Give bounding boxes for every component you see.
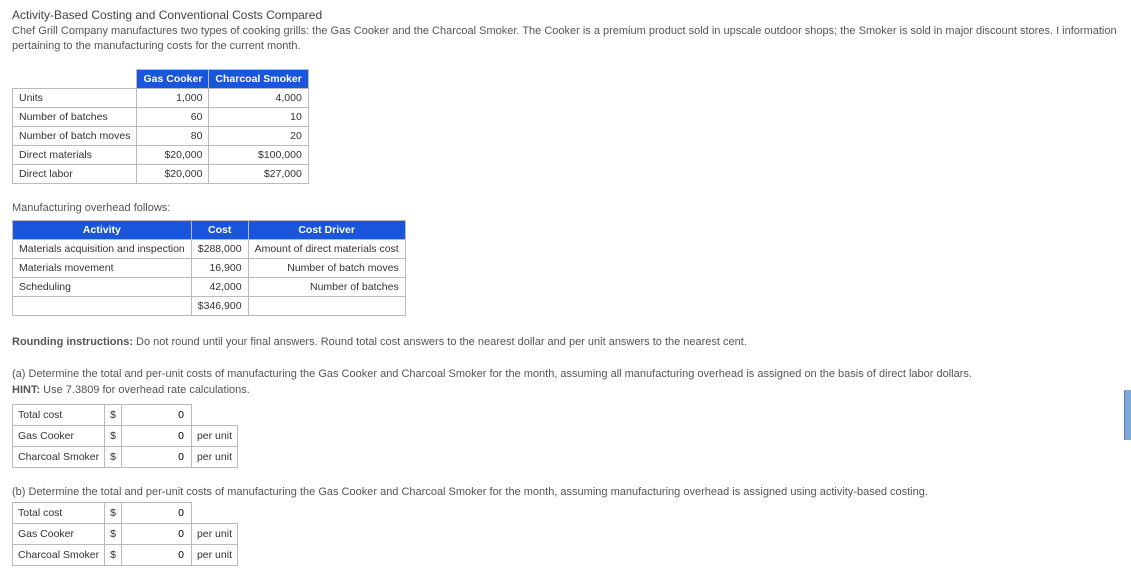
per-unit-label: per unit (191, 446, 237, 467)
table-row: Units 1,000 4,000 (13, 88, 309, 107)
question-a: (a) Determine the total and per-unit cos… (12, 368, 1119, 380)
total-cost-input-a[interactable] (127, 408, 186, 422)
row-total-cost: Total cost (13, 404, 105, 425)
cell-cost: $288,000 (191, 239, 248, 258)
table-row: Gas Cooker $ per unit (13, 523, 238, 544)
row-label: Units (13, 88, 137, 107)
cell-driver: Amount of direct materials cost (248, 239, 405, 258)
table-row: Number of batch moves 80 20 (13, 126, 309, 145)
table-row: Total cost $ (13, 502, 238, 523)
cell-value: $20,000 (137, 145, 209, 164)
answer-table-b: Total cost $ Gas Cooker $ per unit Charc… (12, 502, 238, 566)
cell-cost: 16,900 (191, 258, 248, 277)
col-charcoal-smoker: Charcoal Smoker (209, 69, 308, 88)
row-label: Number of batches (13, 107, 137, 126)
cell-total: $346,900 (191, 296, 248, 315)
cell-value: 20 (209, 126, 308, 145)
table-row: Total cost $ (13, 404, 238, 425)
table-row: Charcoal Smoker $ per unit (13, 446, 238, 467)
table-row-total: $346,900 (13, 296, 406, 315)
col-cost: Cost (191, 220, 248, 239)
currency-symbol: $ (105, 523, 122, 544)
hint-a: HINT: Use 7.3809 for overhead rate calcu… (12, 384, 1119, 396)
row-gas-cooker: Gas Cooker (13, 425, 105, 446)
cell-value: $100,000 (209, 145, 308, 164)
table-row: Materials movement 16,900 Number of batc… (13, 258, 406, 277)
overhead-heading: Manufacturing overhead follows: (12, 202, 1119, 214)
total-cost-input-b[interactable] (127, 506, 186, 520)
cell-driver: Number of batch moves (248, 258, 405, 277)
currency-symbol: $ (105, 544, 122, 565)
rounding-text: Do not round until your final answers. R… (133, 336, 747, 348)
problem-description: Chef Grill Company manufactures two type… (12, 24, 1119, 55)
per-unit-label: per unit (191, 425, 237, 446)
cell-value: 60 (137, 107, 209, 126)
table-row: Scheduling 42,000 Number of batches (13, 277, 406, 296)
row-gas-cooker: Gas Cooker (13, 523, 105, 544)
per-unit-label: per unit (191, 544, 237, 565)
per-unit-label: per unit (191, 523, 237, 544)
charcoal-smoker-input-b[interactable] (127, 548, 186, 562)
page-title: Activity-Based Costing and Conventional … (12, 8, 1119, 22)
cell-value: 1,000 (137, 88, 209, 107)
cell-value: $27,000 (209, 164, 308, 183)
row-charcoal-smoker: Charcoal Smoker (13, 544, 105, 565)
gas-cooker-input-a[interactable] (127, 429, 186, 443)
rounding-instructions: Rounding instructions: Do not round unti… (12, 336, 1119, 348)
currency-symbol: $ (105, 446, 122, 467)
hint-text: Use 7.3809 for overhead rate calculation… (40, 384, 250, 396)
cell-cost: 42,000 (191, 277, 248, 296)
rounding-label: Rounding instructions: (12, 336, 133, 348)
row-charcoal-smoker: Charcoal Smoker (13, 446, 105, 467)
cell-value: $20,000 (137, 164, 209, 183)
col-cost-driver: Cost Driver (248, 220, 405, 239)
products-table: Gas Cooker Charcoal Smoker Units 1,000 4… (12, 69, 309, 184)
table-row: Charcoal Smoker $ per unit (13, 544, 238, 565)
col-activity: Activity (13, 220, 192, 239)
row-label: Direct materials (13, 145, 137, 164)
answer-table-a: Total cost $ Gas Cooker $ per unit Charc… (12, 404, 238, 468)
table-row: Direct labor $20,000 $27,000 (13, 164, 309, 183)
table-row: Gas Cooker $ per unit (13, 425, 238, 446)
cell-value: 80 (137, 126, 209, 145)
hint-label: HINT: (12, 384, 40, 396)
cell-driver: Number of batches (248, 277, 405, 296)
charcoal-smoker-input-a[interactable] (127, 450, 186, 464)
question-b: (b) Determine the total and per-unit cos… (12, 486, 1119, 498)
gas-cooker-input-b[interactable] (127, 527, 186, 541)
overhead-table: Activity Cost Cost Driver Materials acqu… (12, 220, 406, 316)
row-label: Direct labor (13, 164, 137, 183)
currency-symbol: $ (105, 425, 122, 446)
cell-activity: Scheduling (13, 277, 192, 296)
row-total-cost: Total cost (13, 502, 105, 523)
right-edge-tab[interactable] (1124, 390, 1131, 440)
table-row: Materials acquisition and inspection $28… (13, 239, 406, 258)
table-row: Number of batches 60 10 (13, 107, 309, 126)
row-label: Number of batch moves (13, 126, 137, 145)
cell-value: 4,000 (209, 88, 308, 107)
col-gas-cooker: Gas Cooker (137, 69, 209, 88)
table-row: Direct materials $20,000 $100,000 (13, 145, 309, 164)
cell-activity: Materials acquisition and inspection (13, 239, 192, 258)
currency-symbol: $ (105, 502, 122, 523)
cell-value: 10 (209, 107, 308, 126)
cell-activity: Materials movement (13, 258, 192, 277)
currency-symbol: $ (105, 404, 122, 425)
